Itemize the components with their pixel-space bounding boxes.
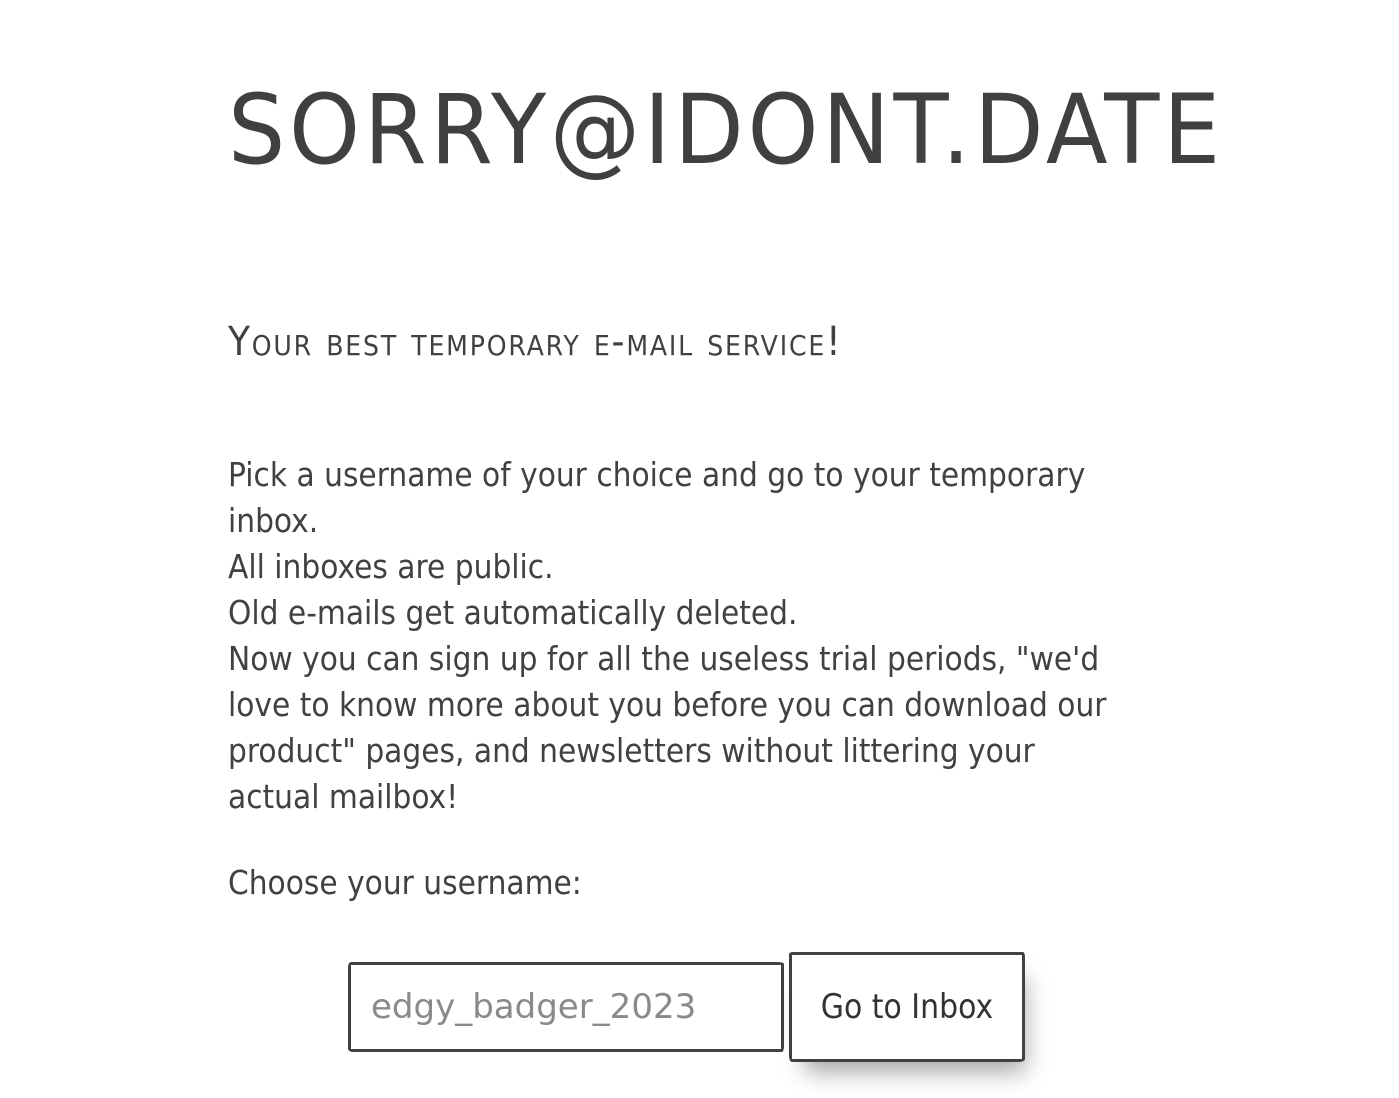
intro-line-public-inboxes: All inboxes are public. bbox=[228, 547, 554, 586]
site-title: SORRY@IDONT.DATE bbox=[228, 74, 1224, 186]
intro-text: Pick a username of your choice and go to… bbox=[228, 452, 1110, 820]
username-form: Go to Inbox bbox=[348, 952, 1048, 1072]
go-to-inbox-label: Go to Inbox bbox=[820, 987, 994, 1027]
intro-line-auto-delete: Old e-mails get automatically deleted. bbox=[228, 593, 798, 632]
choose-username-label: Choose your username: bbox=[228, 863, 582, 902]
intro-line-use-cases: Now you can sign up for all the useless … bbox=[228, 639, 1107, 816]
page: SORRY@IDONT.DATE Your best temporary e-m… bbox=[0, 0, 1399, 1098]
tagline: Your best temporary e-mail service! bbox=[228, 319, 843, 365]
username-input[interactable] bbox=[348, 962, 784, 1052]
intro-line-pick-username: Pick a username of your choice and go to… bbox=[228, 455, 1086, 540]
go-to-inbox-button[interactable]: Go to Inbox bbox=[789, 952, 1025, 1062]
